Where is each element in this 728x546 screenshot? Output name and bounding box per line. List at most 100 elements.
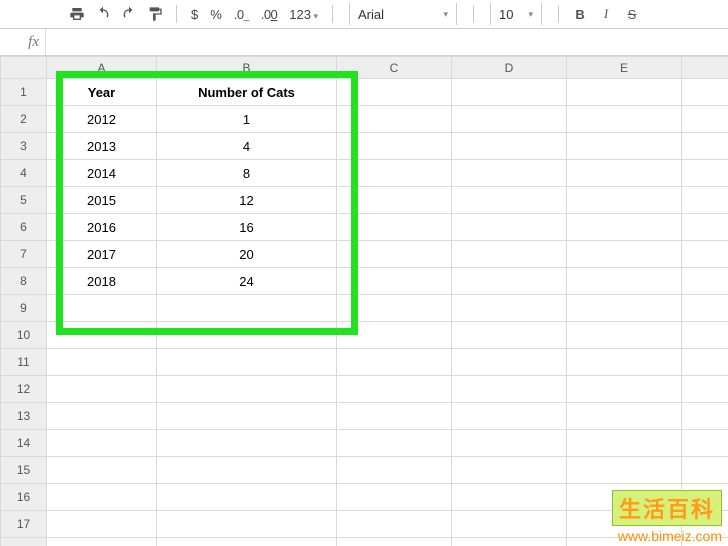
grid[interactable]: A B C D E 1YearNumber of Cats22012132013…	[0, 56, 728, 546]
column-header-C[interactable]: C	[337, 57, 452, 79]
cell[interactable]	[567, 187, 682, 214]
cell[interactable]	[47, 403, 157, 430]
cell[interactable]	[337, 106, 452, 133]
print-icon[interactable]	[64, 2, 90, 26]
column-header-D[interactable]: D	[452, 57, 567, 79]
cell[interactable]	[337, 133, 452, 160]
cell[interactable]: Year	[47, 79, 157, 106]
row-header-11[interactable]: 11	[1, 349, 47, 376]
cell[interactable]	[452, 349, 567, 376]
cell[interactable]	[157, 457, 337, 484]
cell[interactable]	[567, 268, 682, 295]
cell[interactable]	[567, 106, 682, 133]
column-header-blank[interactable]	[682, 57, 728, 79]
row-header-7[interactable]: 7	[1, 241, 47, 268]
cell[interactable]	[567, 457, 682, 484]
cell[interactable]	[682, 106, 728, 133]
cell[interactable]	[337, 322, 452, 349]
cell[interactable]	[47, 538, 157, 546]
cell[interactable]	[157, 322, 337, 349]
cell[interactable]	[567, 376, 682, 403]
cell[interactable]	[682, 79, 728, 106]
cell[interactable]	[452, 457, 567, 484]
row-header-16[interactable]: 16	[1, 484, 47, 511]
cell[interactable]	[337, 187, 452, 214]
cell[interactable]	[567, 295, 682, 322]
cell[interactable]	[682, 376, 728, 403]
row-header-10[interactable]: 10	[1, 322, 47, 349]
cell[interactable]	[157, 376, 337, 403]
cell[interactable]	[47, 457, 157, 484]
font-size-select[interactable]: 10 ▾	[490, 3, 542, 25]
cell[interactable]	[682, 268, 728, 295]
cell[interactable]	[47, 322, 157, 349]
cell[interactable]	[682, 457, 728, 484]
cell[interactable]	[452, 538, 567, 546]
cell[interactable]	[452, 295, 567, 322]
cell[interactable]: 2015	[47, 187, 157, 214]
cell[interactable]	[337, 79, 452, 106]
cell[interactable]	[682, 160, 728, 187]
cell[interactable]: 20	[157, 241, 337, 268]
cell[interactable]	[452, 214, 567, 241]
italic-button[interactable]: I	[593, 2, 619, 26]
cell[interactable]	[682, 214, 728, 241]
row-header-12[interactable]: 12	[1, 376, 47, 403]
cell[interactable]	[337, 214, 452, 241]
cell[interactable]	[452, 403, 567, 430]
row-header-6[interactable]: 6	[1, 214, 47, 241]
cell[interactable]	[337, 241, 452, 268]
cell[interactable]	[452, 511, 567, 538]
row-header-8[interactable]: 8	[1, 268, 47, 295]
column-header-B[interactable]: B	[157, 57, 337, 79]
cell[interactable]	[452, 106, 567, 133]
row-header-4[interactable]: 4	[1, 160, 47, 187]
cell[interactable]: 24	[157, 268, 337, 295]
cell[interactable]: 16	[157, 214, 337, 241]
cell[interactable]	[157, 511, 337, 538]
row-header-15[interactable]: 15	[1, 457, 47, 484]
row-header-2[interactable]: 2	[1, 106, 47, 133]
cell[interactable]	[682, 349, 728, 376]
cell[interactable]	[452, 160, 567, 187]
row-header-13[interactable]: 13	[1, 403, 47, 430]
bold-button[interactable]: B	[567, 2, 593, 26]
cell[interactable]	[47, 511, 157, 538]
cell[interactable]	[452, 322, 567, 349]
cell[interactable]	[567, 160, 682, 187]
row-header-18[interactable]: 18	[1, 538, 47, 546]
cell[interactable]	[682, 403, 728, 430]
percent-button[interactable]: %	[204, 7, 228, 22]
cell[interactable]	[567, 430, 682, 457]
cell[interactable]	[452, 79, 567, 106]
cell[interactable]	[337, 160, 452, 187]
cell[interactable]	[567, 349, 682, 376]
cell[interactable]	[682, 295, 728, 322]
row-header-3[interactable]: 3	[1, 133, 47, 160]
cell[interactable]	[157, 430, 337, 457]
cell[interactable]	[337, 349, 452, 376]
cell[interactable]	[452, 376, 567, 403]
cell[interactable]	[157, 349, 337, 376]
cell[interactable]	[157, 403, 337, 430]
cell[interactable]	[337, 430, 452, 457]
cell[interactable]: 4	[157, 133, 337, 160]
cell[interactable]	[157, 538, 337, 546]
cell[interactable]	[567, 214, 682, 241]
cell[interactable]: 2018	[47, 268, 157, 295]
more-formats-button[interactable]: 123 ▾	[283, 7, 324, 22]
cell[interactable]	[567, 133, 682, 160]
cell[interactable]: 12	[157, 187, 337, 214]
row-header-14[interactable]: 14	[1, 430, 47, 457]
decrease-decimal-button[interactable]: .0_	[228, 7, 255, 22]
cell[interactable]	[337, 376, 452, 403]
cell[interactable]	[452, 430, 567, 457]
cell[interactable]	[567, 241, 682, 268]
cell[interactable]	[337, 457, 452, 484]
cell[interactable]	[337, 511, 452, 538]
paint-format-icon[interactable]	[142, 2, 168, 26]
strikethrough-button[interactable]: S	[619, 2, 645, 26]
cell[interactable]	[337, 484, 452, 511]
cell[interactable]	[682, 322, 728, 349]
cell[interactable]	[567, 79, 682, 106]
